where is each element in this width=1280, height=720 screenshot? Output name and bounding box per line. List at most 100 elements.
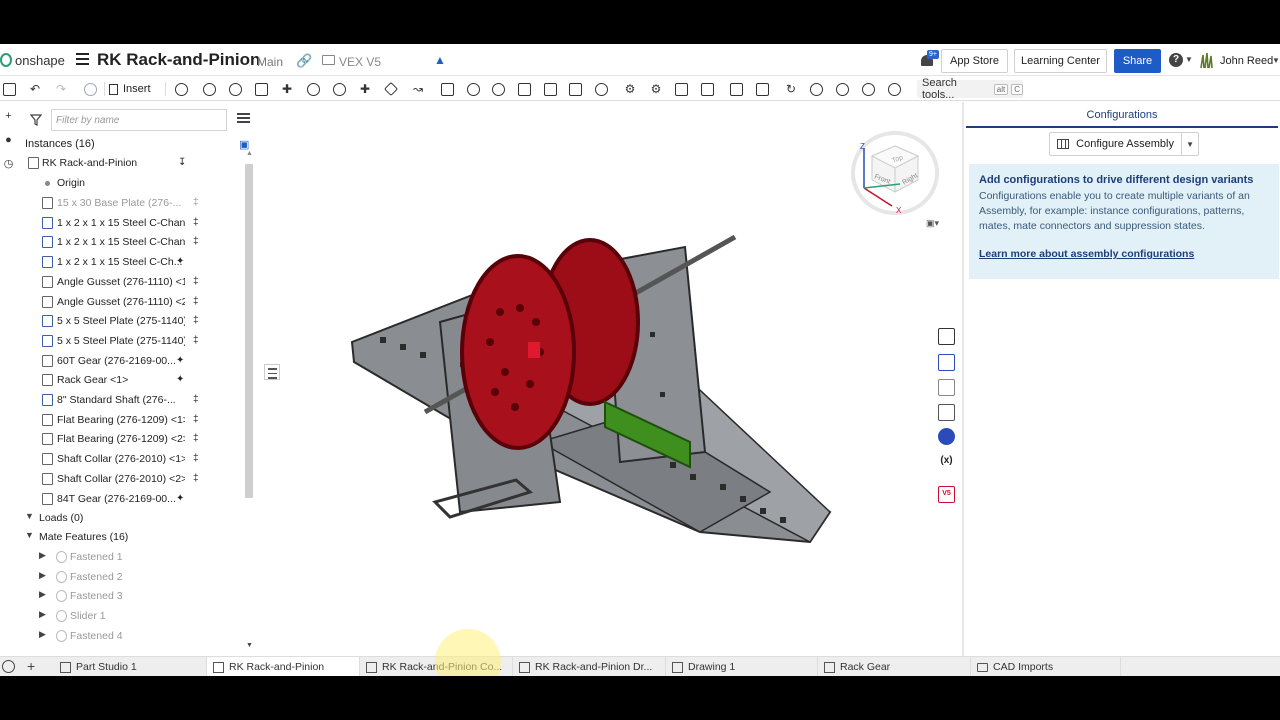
document-tab[interactable]: RK Rack-and-Pinion	[207, 657, 360, 676]
rack-pinion-icon[interactable]	[542, 81, 558, 97]
simulation-icon[interactable]	[860, 81, 876, 97]
panel-scrollbar[interactable]	[245, 164, 253, 498]
history-icon[interactable]	[173, 81, 189, 97]
mate-item[interactable]: ▶ Fastened 1	[18, 548, 244, 567]
revolute-mate-icon[interactable]	[227, 81, 243, 97]
redo-icon[interactable]: ↷	[53, 81, 69, 97]
vex-v5-icon[interactable]: V5	[938, 486, 955, 503]
mate-item[interactable]: ▶ Fastened 3	[18, 587, 244, 606]
appearance-icon[interactable]	[938, 354, 955, 371]
document-icon[interactable]	[938, 328, 955, 345]
relation-icon[interactable]	[490, 81, 506, 97]
motion-icon[interactable]	[886, 81, 902, 97]
pin-slot-mate-icon[interactable]	[331, 81, 347, 97]
section-icon[interactable]	[938, 404, 955, 421]
variable-icon[interactable]: (x)	[938, 452, 955, 469]
chevron-right-icon[interactable]: ▶	[39, 550, 46, 561]
measure-icon[interactable]: ↻	[783, 81, 799, 97]
configurations-tab[interactable]: Configurations	[964, 109, 1280, 121]
document-tab[interactable]: RK Rack-and-Pinion Dr...	[513, 657, 666, 676]
fastened-mate-indicator-icon[interactable]: ‡	[193, 394, 199, 405]
chevron-right-icon[interactable]: ▶	[39, 629, 46, 640]
instance-item[interactable]: 15 x 30 Base Plate (276-... ‡	[18, 194, 244, 213]
assembly-model[interactable]	[340, 212, 840, 582]
document-tab[interactable]: Drawing 1	[666, 657, 818, 676]
fastened-mate-indicator-icon[interactable]: ‡	[193, 414, 199, 425]
document-tab[interactable]: Rack Gear	[818, 657, 971, 676]
list-view-icon[interactable]	[237, 113, 250, 125]
filter-input[interactable]: Filter by name	[51, 109, 227, 131]
replicate-icon[interactable]	[699, 81, 715, 97]
refresh-icon[interactable]	[82, 81, 98, 97]
chevron-right-icon[interactable]: ▶	[39, 570, 46, 581]
fastened-mate-indicator-icon[interactable]: ‡	[193, 453, 199, 464]
ball-mate-icon[interactable]: ✚	[357, 81, 373, 97]
bom-icon[interactable]	[938, 379, 955, 396]
fastened-mate-indicator-icon[interactable]: ‡	[193, 197, 199, 208]
search-tools-button[interactable]: Search tools... alt C	[917, 77, 1023, 101]
learning-center-button[interactable]: Learning Center	[1014, 49, 1107, 73]
comments-icon[interactable]: ●	[2, 134, 15, 147]
chevron-down-icon[interactable]: ▼	[25, 511, 34, 521]
instance-item[interactable]: Flat Bearing (276-1209) <1> ‡	[18, 411, 244, 430]
instance-item[interactable]: 5 x 5 Steel Plate (275-1140)... ‡	[18, 312, 244, 331]
user-avatar[interactable]	[1198, 51, 1216, 69]
fastened-mate-indicator-icon[interactable]: ‡	[193, 335, 199, 346]
instance-item[interactable]: 60T Gear (276-2169-00... ✦	[18, 352, 244, 371]
feature-tree-toggle-icon[interactable]	[264, 364, 280, 380]
menu-icon[interactable]	[76, 53, 89, 66]
scroll-up-arrow-icon[interactable]: ▲	[246, 150, 253, 157]
help-chevron-down-icon[interactable]: ▼	[1185, 55, 1193, 64]
fastened-mate-indicator-icon[interactable]: ‡	[193, 473, 199, 484]
mate-features-section[interactable]: ▼ Mate Features (16)	[18, 528, 244, 547]
degree-of-freedom-icon[interactable]: ✦	[176, 256, 184, 267]
fastened-mate-indicator-icon[interactable]: ‡	[193, 296, 199, 307]
root-assembly-item[interactable]: RK Rack-and-Pinion ↧	[18, 154, 244, 173]
document-branch[interactable]: Main	[257, 55, 283, 69]
instance-item[interactable]: 8" Standard Shaft (276-... ‡	[18, 391, 244, 410]
instance-item[interactable]: Shaft Collar (276-2010) <1> ‡	[18, 450, 244, 469]
instance-item[interactable]: 1 x 2 x 1 x 15 Steel C-Chann... ‡	[18, 214, 244, 233]
gear-relation-icon[interactable]	[516, 81, 532, 97]
graphics-viewport[interactable]: Top Front Right Z X ▣▾ (x) V5	[260, 102, 962, 654]
mate-item[interactable]: ▶ Slider 1	[18, 607, 244, 626]
explode-icon[interactable]	[728, 81, 744, 97]
sketch-icon[interactable]	[1, 81, 17, 97]
fastened-mate-indicator-icon[interactable]: ‡	[193, 433, 199, 444]
fastened-mate-icon[interactable]	[201, 81, 217, 97]
mate-connector-icon[interactable]	[439, 81, 455, 97]
origin-item[interactable]: Origin	[18, 174, 244, 193]
app-store-button[interactable]: App Store	[941, 49, 1008, 73]
fastened-mate-indicator-icon[interactable]: ‡	[193, 315, 199, 326]
notification-bell-icon[interactable]: 9+	[920, 50, 939, 68]
instance-item[interactable]: Angle Gusset (276-1110) <2> ‡	[18, 293, 244, 312]
learn-more-link[interactable]: Learn more about assembly configurations	[979, 248, 1269, 260]
document-tab[interactable]: Part Studio 1	[54, 657, 207, 676]
document-tab[interactable]: CAD Imports	[971, 657, 1121, 676]
graduation-cap-icon[interactable]: ▲	[434, 53, 446, 67]
instance-item[interactable]: Rack Gear <1> ✦	[18, 371, 244, 390]
parallel-mate-icon[interactable]	[383, 81, 399, 97]
gear-icon[interactable]: ⚙	[622, 81, 638, 97]
pattern-icon[interactable]	[673, 81, 689, 97]
degree-of-freedom-icon[interactable]: ✦	[176, 374, 184, 385]
settings-gear-icon[interactable]: ⚙	[648, 81, 664, 97]
planar-mate-icon[interactable]: ✚	[279, 81, 295, 97]
add-feature-icon[interactable]: +	[2, 110, 15, 123]
mate-item[interactable]: ▶ Fastened 4	[18, 627, 244, 646]
screw-relation-icon[interactable]	[567, 81, 583, 97]
history-timer-icon[interactable]: ◷	[2, 158, 15, 171]
ground-icon[interactable]: ↧	[178, 157, 186, 168]
instance-item[interactable]: 84T Gear (276-2169-00... ✦	[18, 490, 244, 509]
document-folder[interactable]: VEX V5	[339, 55, 381, 69]
filter-icon[interactable]	[30, 114, 42, 126]
configure-assembly-button[interactable]: Configure Assembly ▼	[1049, 132, 1199, 156]
instance-item[interactable]: Angle Gusset (276-1110) <1> ‡	[18, 273, 244, 292]
section-view-icon[interactable]	[754, 81, 770, 97]
help-icon[interactable]: ?	[1169, 53, 1183, 67]
tangent-mate-icon[interactable]: ↝	[410, 81, 426, 97]
instance-item[interactable]: Flat Bearing (276-1209) <2> ‡	[18, 430, 244, 449]
insert-button[interactable]: Insert	[109, 80, 151, 98]
onshape-logo[interactable]: onshape	[0, 52, 65, 68]
degree-of-freedom-icon[interactable]: ✦	[176, 493, 184, 504]
